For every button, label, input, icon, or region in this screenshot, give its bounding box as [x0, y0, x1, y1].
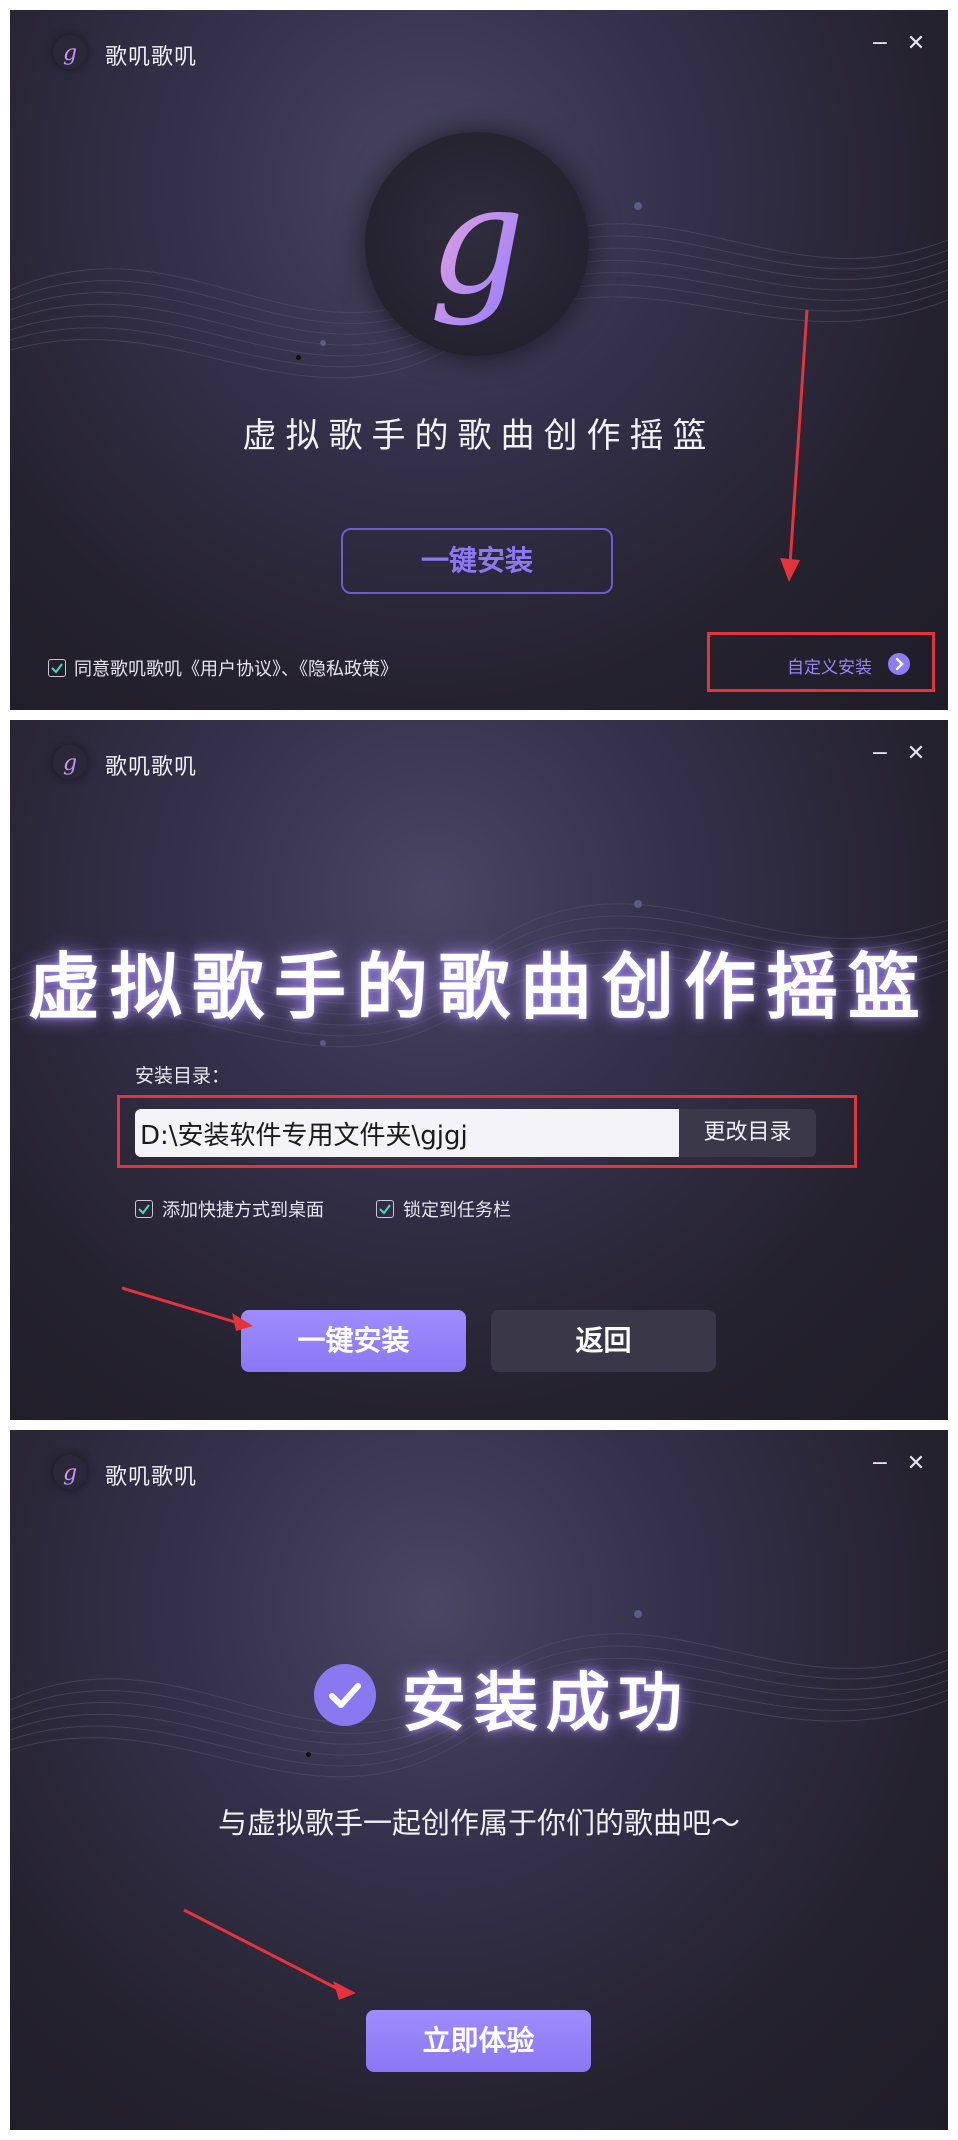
g-logo-icon: g	[63, 1461, 77, 1486]
svg-text:g: g	[429, 154, 525, 328]
annotation-arrow	[780, 309, 809, 582]
success-check-icon	[314, 1664, 376, 1726]
decor-dot	[634, 1610, 642, 1618]
decor-dot	[634, 202, 642, 210]
one-click-install-button[interactable]: 一键安装	[241, 1310, 466, 1372]
app-logo: g	[53, 1455, 87, 1489]
g-logo-icon: g	[63, 751, 77, 776]
minimize-button[interactable]: −	[868, 1452, 892, 1476]
agreement-checkbox[interactable]	[48, 659, 66, 677]
app-title: 歌叽歌叽	[105, 755, 198, 780]
chevron-right-icon[interactable]	[888, 653, 910, 675]
minimize-button[interactable]: −	[868, 32, 892, 56]
wave-decoration	[10, 223, 948, 379]
check-icon	[379, 1204, 391, 1215]
decor-dot	[306, 1752, 311, 1757]
success-subtitle: 与虚拟歌手一起创作属于你们的歌曲吧～	[217, 1806, 740, 1840]
minimize-button[interactable]: −	[868, 742, 892, 766]
slogan-glow: 虚拟歌手的歌曲创作摇篮	[27, 945, 930, 1029]
close-button[interactable]: ✕	[904, 32, 928, 56]
app-logo: g	[53, 35, 87, 69]
app-title: 歌叽歌叽	[105, 45, 198, 70]
agreement-row: 同意歌叽歌叽《用户协议》、《隐私政策》	[48, 655, 398, 681]
option-desktop-shortcut[interactable]: 添加快捷方式到桌面	[135, 1196, 324, 1222]
decor-dot	[634, 900, 642, 908]
app-logo: g	[53, 745, 87, 779]
svg-text:g: g	[63, 751, 77, 776]
svg-text:g: g	[63, 41, 77, 66]
hero-logo: g	[365, 132, 589, 356]
close-button[interactable]: ✕	[904, 1452, 928, 1476]
close-button[interactable]: ✕	[904, 742, 928, 766]
check-icon	[51, 663, 63, 674]
decor-dot	[296, 355, 301, 360]
installer-window-welcome: g 歌叽歌叽 − ✕ g 虚拟歌手的歌曲创作摇篮 一键安装 同意歌叽歌叽《用户协…	[10, 10, 948, 710]
decor-dot	[320, 340, 326, 346]
svg-text:g: g	[63, 1461, 77, 1486]
try-now-button[interactable]: 立即体验	[366, 2010, 591, 2072]
installer-window-custom: g 歌叽歌叽 − ✕ 虚拟歌手的歌曲创作摇篮 安装目录： 更改目录 添加快捷方式…	[10, 720, 948, 1420]
decor-dot	[320, 1040, 326, 1046]
agreement-text[interactable]: 同意歌叽歌叽《用户协议》、《隐私政策》	[74, 655, 398, 681]
app-title: 歌叽歌叽	[105, 1465, 198, 1490]
success-title: 安装成功	[402, 1667, 690, 1741]
pin-taskbar-checkbox[interactable]	[376, 1200, 394, 1218]
option-pin-taskbar[interactable]: 锁定到任务栏	[376, 1196, 511, 1222]
installer-window-success: g 歌叽歌叽 − ✕ 安装成功 与虚拟歌手一起创作属于你们的歌曲吧～ 立即体验	[10, 1430, 948, 2130]
option-label: 锁定到任务栏	[403, 1200, 511, 1221]
check-icon	[138, 1204, 150, 1215]
one-click-install-button[interactable]: 一键安装	[341, 528, 613, 594]
change-dir-button[interactable]: 更改目录	[679, 1109, 816, 1157]
desktop-shortcut-checkbox[interactable]	[135, 1200, 153, 1218]
install-dir-label: 安装目录：	[135, 1065, 231, 1087]
option-label: 添加快捷方式到桌面	[162, 1200, 324, 1221]
slogan: 虚拟歌手的歌曲创作摇篮	[242, 416, 716, 456]
back-button[interactable]: 返回	[491, 1310, 716, 1372]
g-logo-icon: g	[429, 154, 525, 328]
custom-install-link[interactable]: 自定义安装	[787, 653, 872, 678]
install-dir-input[interactable]	[135, 1109, 679, 1157]
g-logo-icon: g	[63, 41, 77, 66]
